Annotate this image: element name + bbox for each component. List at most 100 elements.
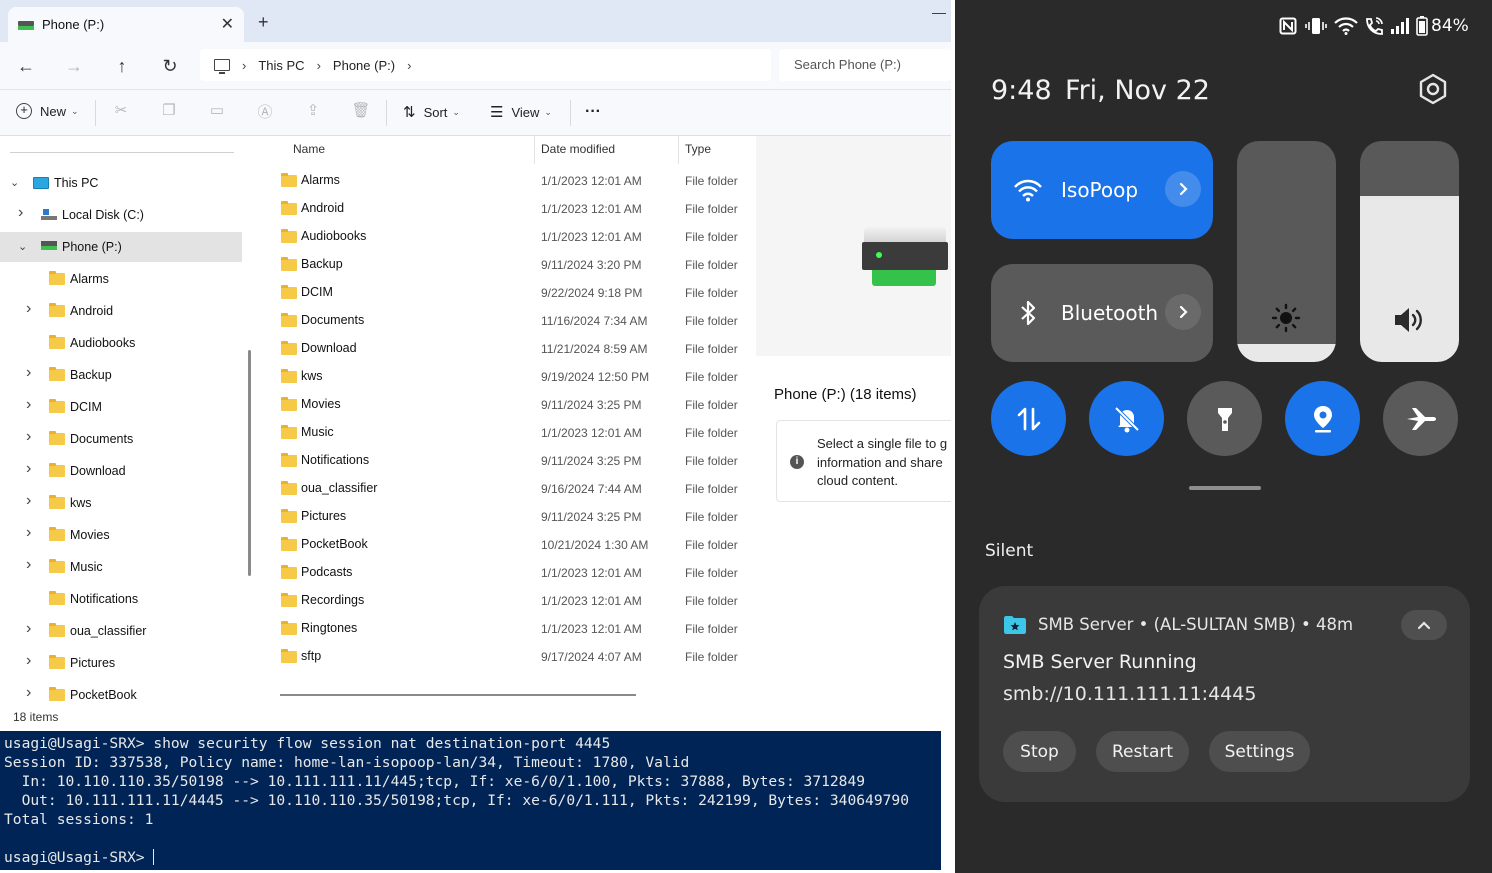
tree-item[interactable]: Notifications [0, 584, 242, 614]
file-row[interactable]: Movies 9/11/2024 3:25 PM File folder [262, 390, 753, 418]
horizontal-scrollbar[interactable] [280, 694, 636, 696]
volume-slider[interactable] [1360, 141, 1459, 362]
column-header-date[interactable]: Date modified [541, 136, 615, 162]
file-row[interactable]: Documents 11/16/2024 7:34 AM File folder [262, 306, 753, 334]
tab-phone[interactable]: Phone (P:) ✕ [8, 7, 244, 42]
refresh-button[interactable]: ↻ [156, 52, 184, 80]
column-divider[interactable] [678, 136, 679, 164]
tree-item[interactable]: Audiobooks [0, 328, 242, 358]
breadcrumb-this-pc[interactable]: This PC [258, 58, 304, 73]
terminal-window[interactable]: usagi@Usagi-SRX> show security flow sess… [0, 731, 941, 870]
airplane-mode-toggle[interactable] [1383, 381, 1458, 456]
chevron-right-icon[interactable]: › [26, 684, 31, 702]
chevron-right-icon[interactable]: › [18, 204, 23, 222]
mobile-data-toggle[interactable] [991, 381, 1066, 456]
mute-toggle[interactable] [1089, 381, 1164, 456]
file-row[interactable]: Pictures 9/11/2024 3:25 PM File folder [262, 502, 753, 530]
copy-icon[interactable]: ❐ [158, 101, 180, 123]
bluetooth-tile[interactable]: Bluetooth [991, 264, 1213, 362]
breadcrumb-phone[interactable]: Phone (P:) [333, 58, 395, 73]
column-divider[interactable] [534, 136, 535, 164]
file-row[interactable]: Notifications 9/11/2024 3:25 PM File folde… [262, 446, 753, 474]
chevron-right-icon[interactable]: › [26, 460, 31, 478]
chevron-down-icon[interactable]: ⌄ [18, 240, 27, 253]
brightness-slider[interactable] [1237, 141, 1336, 362]
tree-item[interactable]: ⌄ This PC [0, 168, 242, 198]
search-input[interactable]: Search Phone (P:) [779, 49, 951, 81]
forward-button[interactable]: → [60, 52, 88, 80]
paste-icon[interactable]: ▭ [206, 101, 228, 123]
stop-button[interactable]: Stop [1003, 731, 1076, 772]
collapse-button[interactable] [1401, 610, 1447, 640]
file-row[interactable]: Download 11/21/2024 8:59 AM File folder [262, 334, 753, 362]
location-toggle[interactable] [1285, 381, 1360, 456]
view-button[interactable]: ☰ View ⌄ [490, 103, 552, 121]
chevron-right-icon[interactable]: › [26, 300, 31, 318]
chevron-right-icon[interactable]: › [26, 396, 31, 414]
breadcrumb-separator[interactable]: › [407, 58, 411, 73]
wifi-details-button[interactable] [1165, 171, 1201, 207]
nav-scrollbar[interactable] [248, 350, 251, 576]
file-row[interactable]: Music 1/1/2023 12:01 AM File folder [262, 418, 753, 446]
file-row[interactable]: Alarms 1/1/2023 12:01 AM File folder [262, 166, 753, 194]
bluetooth-details-button[interactable] [1165, 294, 1201, 330]
file-row[interactable]: oua_classifier 9/16/2024 7:44 AM File fold… [262, 474, 753, 502]
file-row[interactable]: PocketBook 10/21/2024 1:30 AM File folder [262, 530, 753, 558]
breadcrumb-separator[interactable]: › [317, 58, 321, 73]
rename-icon[interactable]: Ⓐ [254, 101, 276, 123]
file-row[interactable]: Backup 9/11/2024 3:20 PM File folder [262, 250, 753, 278]
new-button[interactable]: + New ⌄ [16, 103, 79, 119]
terminal-prompt-line[interactable]: usagi@Usagi-SRX> [4, 849, 155, 866]
breadcrumb[interactable]: › This PC › Phone (P:) › [200, 49, 771, 81]
file-row[interactable]: kws 9/19/2024 12:50 PM File folder [262, 362, 753, 390]
chevron-right-icon[interactable]: › [26, 428, 31, 446]
date[interactable]: Fri, Nov 22 [1065, 75, 1210, 106]
chevron-right-icon[interactable]: › [26, 620, 31, 638]
file-row[interactable]: Android 1/1/2023 12:01 AM File folder [262, 194, 753, 222]
tree-item[interactable]: › Local Disk (C:) [0, 200, 242, 230]
file-row[interactable]: Podcasts 1/1/2023 12:01 AM File folder [262, 558, 753, 586]
new-tab-button[interactable]: + [258, 12, 269, 33]
file-row[interactable]: Recordings 1/1/2023 12:01 AM File folder [262, 586, 753, 614]
wifi-tile[interactable]: IsoPoop [991, 141, 1213, 239]
tree-item[interactable]: Alarms [0, 264, 242, 294]
file-row[interactable]: DCIM 9/22/2024 9:18 PM File folder [262, 278, 753, 306]
share-icon[interactable]: ⇪ [302, 101, 324, 123]
up-button[interactable]: ↑ [108, 52, 136, 80]
sort-button[interactable]: ⇅ Sort ⌄ [403, 103, 460, 121]
chevron-right-icon[interactable]: › [26, 652, 31, 670]
chevron-right-icon[interactable]: › [26, 492, 31, 510]
file-row[interactable]: sftp 9/17/2024 4:07 AM File folder [262, 642, 753, 670]
minimize-button[interactable]: — [932, 4, 946, 20]
tree-item[interactable]: › Music [0, 552, 242, 582]
tree-item[interactable]: › Backup [0, 360, 242, 390]
settings-button[interactable]: Settings [1209, 731, 1310, 772]
clock[interactable]: 9:48 [991, 75, 1052, 106]
tree-item[interactable]: › oua_classifier [0, 616, 242, 646]
tree-item[interactable]: › kws [0, 488, 242, 518]
notification-smb-server[interactable]: SMB Server • (AL-SULTAN SMB) • 48m SMB S… [979, 586, 1470, 802]
cut-icon[interactable]: ✂ [110, 101, 132, 123]
tree-item[interactable]: › Pictures [0, 648, 242, 678]
file-row[interactable]: Ringtones 1/1/2023 12:01 AM File folder [262, 614, 753, 642]
computer-icon[interactable] [214, 59, 230, 74]
drag-handle[interactable] [1189, 486, 1261, 490]
tree-item[interactable]: › DCIM [0, 392, 242, 422]
restart-button[interactable]: Restart [1096, 731, 1189, 772]
breadcrumb-separator[interactable]: › [242, 58, 246, 73]
tree-item[interactable]: › Download [0, 456, 242, 486]
tree-item[interactable]: › PocketBook [0, 680, 242, 706]
tree-item[interactable]: › Documents [0, 424, 242, 454]
chevron-right-icon[interactable]: › [26, 524, 31, 542]
column-header-name[interactable]: Name [293, 136, 325, 162]
tree-item[interactable]: › Movies [0, 520, 242, 550]
tree-item[interactable]: ⌄ Phone (P:) [0, 232, 242, 262]
column-header-type[interactable]: Type [685, 136, 711, 162]
close-tab-icon[interactable]: ✕ [221, 14, 234, 34]
more-options-button[interactable]: ··· [585, 103, 601, 121]
delete-icon[interactable]: 🗑 [350, 101, 372, 123]
chevron-down-icon[interactable]: ⌄ [10, 176, 19, 189]
chevron-right-icon[interactable]: › [26, 364, 31, 382]
back-button[interactable]: ← [12, 52, 40, 80]
chevron-right-icon[interactable]: › [26, 556, 31, 574]
